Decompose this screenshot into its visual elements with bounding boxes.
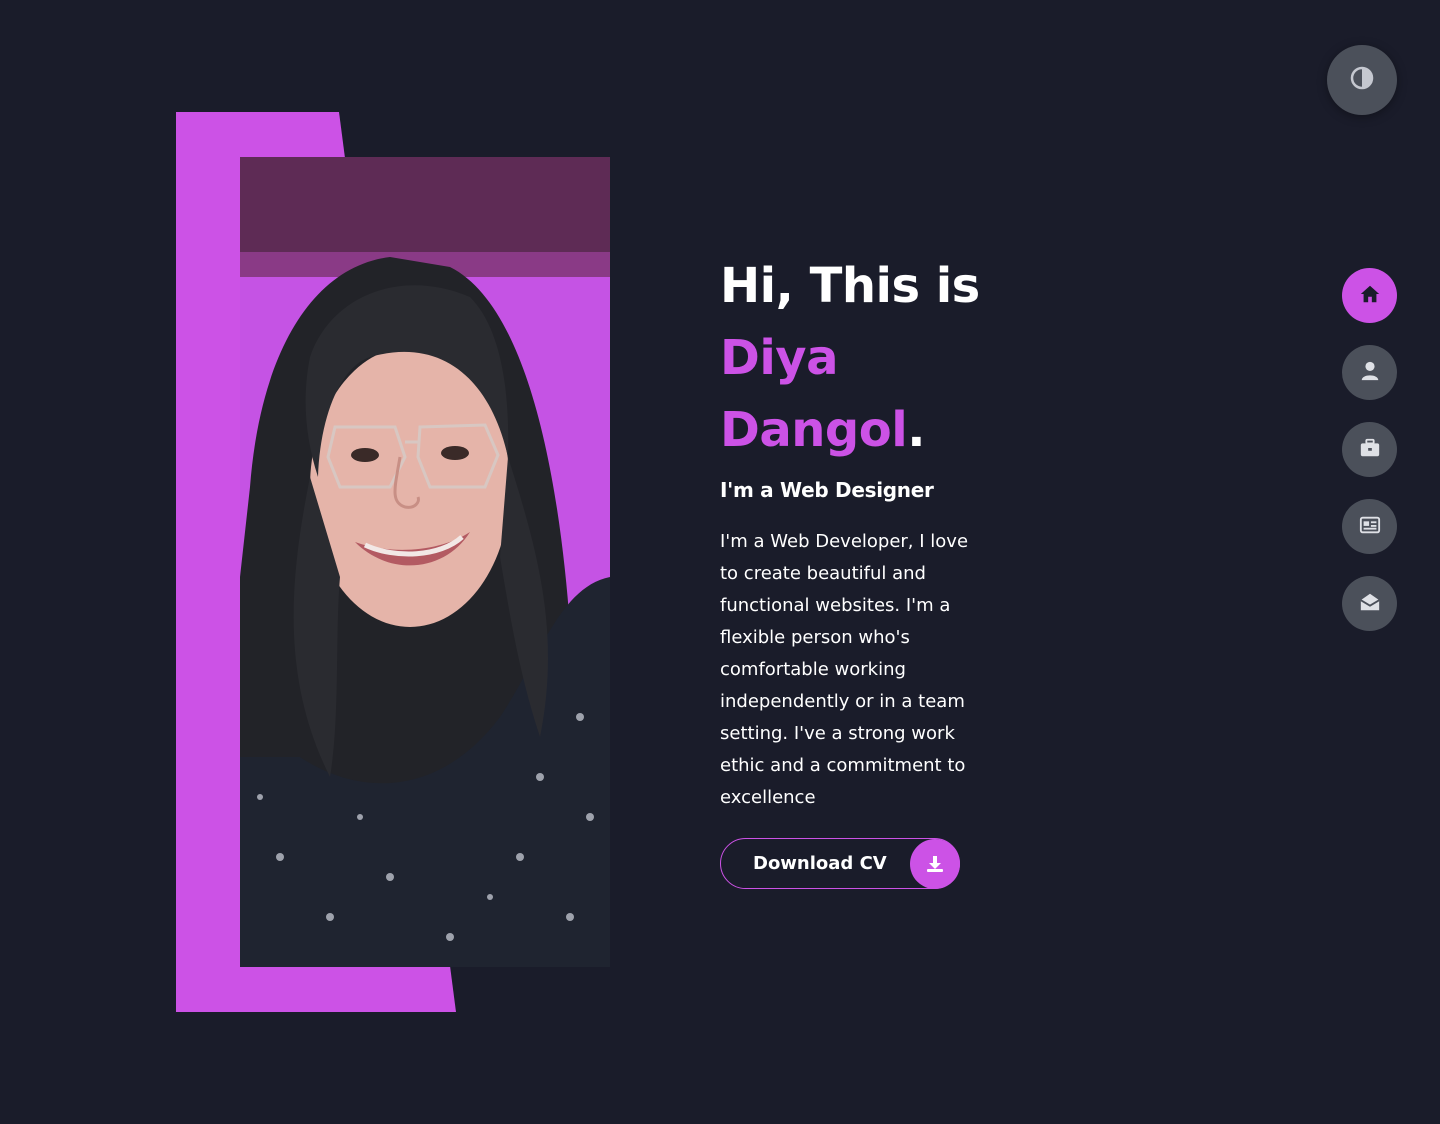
- hero-heading: Hi, This is Diya Dangol.: [720, 250, 1010, 466]
- download-cv-label: Download CV: [753, 853, 887, 874]
- profile-photo-frame: [176, 112, 610, 1012]
- envelope-open-icon: [1359, 591, 1381, 617]
- hero-period: .: [907, 402, 925, 458]
- hero-first-name: Diya: [720, 330, 838, 386]
- home-icon: [1359, 283, 1381, 309]
- nav-item-contact[interactable]: [1342, 576, 1397, 631]
- theme-toggle-button[interactable]: [1327, 45, 1397, 115]
- contrast-icon: [1350, 66, 1374, 94]
- profile-photo: [240, 157, 610, 967]
- nav-item-blog[interactable]: [1342, 499, 1397, 554]
- side-nav: [1342, 268, 1397, 653]
- user-icon: [1359, 360, 1381, 386]
- briefcase-icon: [1359, 437, 1381, 463]
- hero-greeting: Hi, This is: [720, 258, 980, 314]
- nav-item-home[interactable]: [1342, 268, 1397, 323]
- hero-section: Hi, This is Diya Dangol. I'm a Web Desig…: [720, 250, 1010, 889]
- nav-item-portfolio[interactable]: [1342, 422, 1397, 477]
- download-cv-button[interactable]: Download CV: [720, 838, 960, 889]
- nav-item-about[interactable]: [1342, 345, 1397, 400]
- hero-role: I'm a Web Designer: [720, 478, 934, 502]
- hero-bio: I'm a Web Developer, I love to create be…: [720, 531, 969, 808]
- newspaper-icon: [1359, 514, 1381, 540]
- hero-last-name: Dangol: [720, 402, 908, 458]
- download-icon: [910, 838, 960, 889]
